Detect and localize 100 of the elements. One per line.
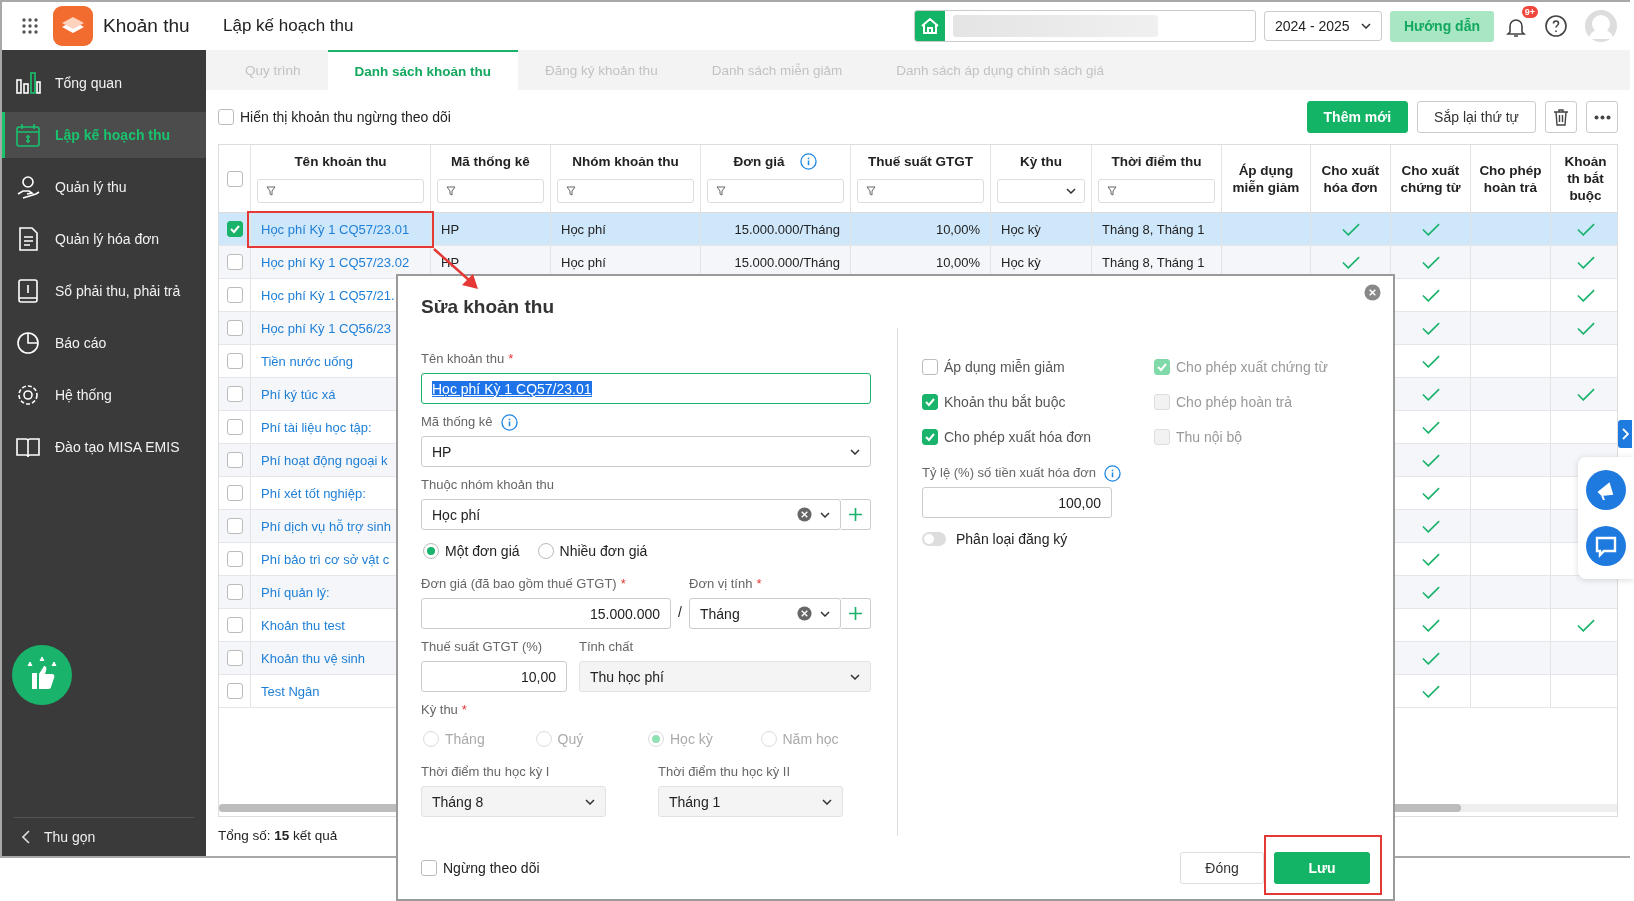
price-input-field[interactable]: 15.000.000 bbox=[421, 598, 671, 629]
term-select[interactable]: Tháng 8 bbox=[421, 786, 606, 817]
more-button[interactable] bbox=[1586, 101, 1618, 133]
row-checkbox[interactable] bbox=[226, 584, 243, 600]
row-checkbox[interactable] bbox=[226, 518, 243, 534]
row-checkbox[interactable] bbox=[226, 452, 243, 468]
filter-field[interactable] bbox=[257, 179, 424, 203]
column-header: Thuế suất GTGT bbox=[868, 153, 973, 170]
fee-name-link[interactable]: Phí dịch vụ hỗ trợ sinh bbox=[261, 518, 391, 534]
sidebar-item[interactable]: Báo cáo bbox=[2, 320, 206, 366]
vat-input-field[interactable]: 10,00 bbox=[421, 661, 567, 692]
row-checkbox[interactable] bbox=[226, 353, 243, 369]
column-header: Nhóm khoản thu bbox=[572, 153, 679, 170]
fee-name-link[interactable]: Phí bảo trì cơ sở vật c bbox=[261, 551, 390, 567]
fee-name-link[interactable]: Khoản thu vệ sinh bbox=[261, 650, 366, 666]
fee-name-link[interactable]: Học phí Kỳ 1 CQ57/23.01 bbox=[261, 221, 410, 237]
code-select[interactable]: HP bbox=[421, 436, 871, 467]
option-checkbox[interactable]: Khoản thu bắt buộc bbox=[922, 391, 1154, 413]
chevron-down-icon bbox=[1066, 188, 1076, 194]
term-select[interactable]: Tháng 1 bbox=[658, 786, 843, 817]
nature-select[interactable]: Thu học phí bbox=[579, 661, 871, 692]
table-cell: 10,00% bbox=[935, 221, 980, 237]
option-checkbox[interactable]: Áp dụng miễn giảm bbox=[922, 356, 1154, 378]
fee-name-link[interactable]: Phí quản lý: bbox=[261, 584, 330, 600]
option-checkbox[interactable]: Cho phép xuất hóa đơn bbox=[922, 426, 1154, 448]
row-checkbox[interactable] bbox=[226, 320, 243, 336]
reorder-button[interactable]: Sắp lại thứ tự bbox=[1417, 101, 1536, 133]
filter-field[interactable] bbox=[1098, 179, 1215, 203]
table-row[interactable]: Học phí Kỳ 1 CQ57/23.01 HP Học phí 15.000.000/Tháng 10,00% Học kỳ Tháng 8, Tháng 1 bbox=[219, 213, 1617, 246]
sidebar-item[interactable]: Sổ phải thu, phải trả bbox=[2, 268, 206, 314]
rating-thumbs-up-icon[interactable] bbox=[12, 645, 72, 705]
fee-name-link[interactable]: Tiền nước uống bbox=[261, 353, 353, 369]
megaphone-icon[interactable] bbox=[1586, 470, 1626, 510]
fee-name-link[interactable]: Phí hoạt động ngoại k bbox=[261, 452, 388, 468]
name-input-field[interactable]: Học phí Kỳ 1 CQ57/23.01 bbox=[421, 373, 871, 404]
add-group-button[interactable] bbox=[841, 499, 871, 530]
field-label: Tên khoản thu * bbox=[421, 350, 515, 368]
register-toggle[interactable]: Phân loại đăng ký bbox=[922, 531, 1068, 547]
price-mode-radio[interactable]: Nhiều đơn giá bbox=[535, 543, 648, 559]
apps-menu-icon[interactable] bbox=[21, 17, 39, 35]
fee-name-link[interactable]: Học phí Kỳ 1 CQ57/23.02 bbox=[261, 254, 410, 270]
help-icon[interactable] bbox=[1544, 14, 1568, 38]
close-icon[interactable] bbox=[1364, 284, 1381, 301]
row-checkbox[interactable] bbox=[226, 617, 243, 633]
money-hand-icon bbox=[15, 174, 41, 200]
clear-icon[interactable] bbox=[797, 507, 812, 522]
fee-name-link[interactable]: Phí ký túc xá bbox=[261, 386, 336, 402]
fee-name-link[interactable]: Khoản thu test bbox=[261, 617, 345, 633]
fee-name-link[interactable]: Phí xét tốt nghiệp: bbox=[261, 485, 366, 501]
column-header: Tên khoản thu bbox=[294, 153, 387, 170]
row-checkbox[interactable] bbox=[226, 386, 243, 402]
row-checkbox[interactable] bbox=[226, 485, 243, 501]
field-label: Tính chất bbox=[579, 638, 635, 656]
row-checkbox[interactable] bbox=[226, 551, 243, 567]
column-header: Cho phép hoàn trả bbox=[1478, 161, 1543, 196]
row-checkbox[interactable] bbox=[226, 254, 243, 270]
fee-name-link[interactable]: Test Ngân bbox=[261, 683, 320, 699]
sidebar-item[interactable]: Tổng quan bbox=[2, 60, 206, 106]
fee-name-link[interactable]: Học phí Kỳ 1 CQ57/21. bbox=[261, 287, 395, 303]
clear-icon[interactable] bbox=[797, 606, 812, 621]
row-checkbox[interactable] bbox=[226, 683, 243, 699]
select-all-checkbox[interactable] bbox=[226, 170, 243, 187]
trash-icon bbox=[1551, 107, 1571, 127]
filter-field[interactable] bbox=[557, 179, 694, 203]
tab[interactable]: Danh sách khoản thu bbox=[327, 50, 519, 90]
group-select[interactable]: Học phí bbox=[421, 499, 841, 530]
ratio-input-field[interactable]: 100,00 bbox=[922, 487, 1112, 518]
row-checkbox[interactable] bbox=[226, 287, 243, 303]
row-checkbox[interactable] bbox=[226, 221, 243, 237]
expand-panel-tab[interactable] bbox=[1618, 420, 1632, 448]
filter-field[interactable] bbox=[707, 179, 844, 203]
sidebar-item[interactable]: Quản lý thu bbox=[2, 164, 206, 210]
stop-follow-checkbox[interactable]: Ngừng theo dõi bbox=[421, 859, 540, 876]
column-header: Khoản th bắt buộc bbox=[1563, 153, 1608, 204]
fee-name-link[interactable]: Phí tài liệu học tập: bbox=[261, 419, 372, 435]
filter-field[interactable] bbox=[437, 179, 544, 203]
sidebar-item[interactable]: Đào tạo MISA EMIS bbox=[2, 424, 206, 470]
avatar-icon[interactable] bbox=[1584, 9, 1618, 43]
chevron-down-icon bbox=[820, 610, 830, 617]
sidebar-item[interactable]: Hệ thống bbox=[2, 372, 206, 418]
add-unit-button[interactable] bbox=[841, 598, 871, 629]
table-cell: 15.000.000/Tháng bbox=[734, 254, 840, 270]
price-mode-radio[interactable]: Một đơn giá bbox=[421, 543, 520, 559]
fee-name-link[interactable]: Học phí Kỳ 1 CQ56/23 bbox=[261, 320, 392, 336]
save-button[interactable]: Lưu bbox=[1274, 851, 1370, 884]
add-button[interactable]: Thêm mới bbox=[1306, 101, 1409, 133]
unit-select[interactable]: Tháng bbox=[689, 598, 841, 629]
sidebar-item[interactable]: Quản lý hóa đơn bbox=[2, 216, 206, 262]
school-year-select[interactable]: 2024 - 2025 bbox=[1263, 11, 1382, 41]
row-checkbox[interactable] bbox=[226, 650, 243, 666]
filter-field[interactable] bbox=[857, 179, 984, 203]
close-button[interactable]: Đóng bbox=[1180, 851, 1264, 884]
field-label: Thời điểm thu học kỳ II bbox=[658, 763, 792, 781]
collapse-sidebar-button[interactable]: Thu gọn bbox=[14, 817, 194, 856]
school-selector[interactable] bbox=[913, 10, 1256, 42]
filter-select[interactable] bbox=[997, 179, 1085, 203]
row-checkbox[interactable] bbox=[226, 419, 243, 435]
sidebar-item[interactable]: Lập kế hoạch thu bbox=[2, 112, 206, 158]
chat-icon[interactable] bbox=[1586, 526, 1626, 566]
delete-button[interactable] bbox=[1545, 101, 1577, 133]
